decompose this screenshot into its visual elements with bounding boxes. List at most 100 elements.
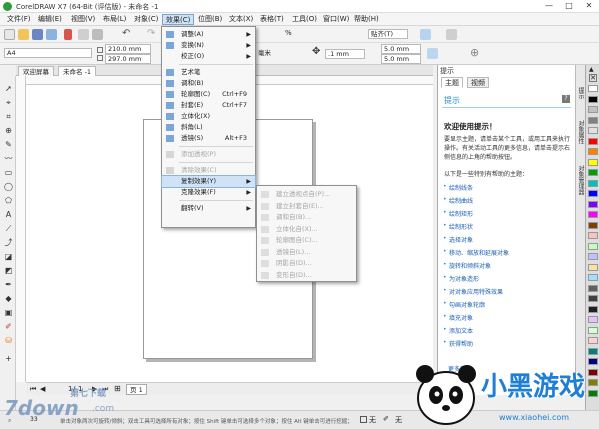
smart-fill-tool-icon[interactable]: ▣ xyxy=(4,308,13,317)
effects-menu-item[interactable]: 克隆效果(F) ▶ xyxy=(162,187,255,198)
units-dropdown[interactable]: 毫米 xyxy=(256,49,304,59)
toolbox-add-icon[interactable]: + xyxy=(4,354,13,363)
menu-view[interactable]: 视图(V) xyxy=(68,14,98,25)
tab-welcome-screen[interactable]: 欢迎屏幕 xyxy=(18,66,54,76)
paste-icon[interactable] xyxy=(92,29,103,40)
color-swatch[interactable] xyxy=(588,169,598,176)
menu-edit[interactable]: 编辑(E) xyxy=(35,14,65,25)
snap-to-dropdown[interactable]: 贴齐(T) xyxy=(368,29,408,39)
duplicate-distance-y-field[interactable]: 5.0 mm xyxy=(381,54,421,64)
menu-file[interactable]: 文件(F) xyxy=(4,14,34,25)
minimize-button[interactable]: — xyxy=(539,0,559,12)
maximize-button[interactable]: □ xyxy=(559,0,579,12)
topic-link[interactable]: 移动、缩放和延展对象 xyxy=(443,248,509,257)
tab-topics[interactable]: 主题 xyxy=(441,77,463,88)
effects-menu-item[interactable]: 透镜(S) Alt+F3 xyxy=(162,133,255,144)
menu-window[interactable]: 窗口(W) xyxy=(320,14,352,25)
side-tab-object-manager[interactable]: 对象管理器 xyxy=(577,165,585,195)
color-swatch[interactable] xyxy=(588,106,598,113)
palette-scroll-up-icon[interactable]: ▲ xyxy=(589,66,594,73)
shape-tool-icon[interactable]: ⌖ xyxy=(4,98,13,107)
effects-menu-item[interactable]: 校正(O) ▶ xyxy=(162,51,255,62)
menu-help[interactable]: 帮助(H) xyxy=(351,14,382,25)
color-swatch[interactable] xyxy=(588,326,598,334)
color-swatch[interactable] xyxy=(588,190,598,197)
open-folder-icon[interactable] xyxy=(18,29,29,40)
fill-bucket-icon[interactable]: ⛁ xyxy=(4,336,13,345)
color-swatch[interactable] xyxy=(588,95,598,103)
close-button[interactable]: ✕ xyxy=(579,0,599,12)
color-swatch[interactable] xyxy=(588,274,598,281)
side-tab-hints[interactable]: 提示 xyxy=(577,87,585,99)
cut-icon[interactable] xyxy=(64,29,72,40)
effects-menu-item[interactable]: 斜角(L) xyxy=(162,122,255,133)
effects-menu-item[interactable]: 立体化(X) xyxy=(162,111,255,122)
transparency-tool-icon[interactable]: ◩ xyxy=(4,266,13,275)
crop-tool-icon[interactable]: ⌗ xyxy=(4,112,13,121)
effects-menu-item[interactable]: 翻转(V) ▶ xyxy=(162,203,255,214)
redo-icon[interactable]: ↷ xyxy=(147,28,155,39)
topic-link[interactable]: 勾画对象轮廓 xyxy=(443,300,485,309)
align-page-icon[interactable] xyxy=(427,48,438,59)
menu-table[interactable]: 表格(T) xyxy=(257,14,287,25)
color-swatch[interactable] xyxy=(588,85,598,92)
color-swatch[interactable] xyxy=(588,211,598,218)
color-swatch[interactable] xyxy=(588,263,598,271)
add-page-icon[interactable]: ⊕ xyxy=(470,46,479,59)
color-swatch[interactable] xyxy=(588,158,598,166)
copy-icon[interactable] xyxy=(78,29,89,40)
menu-text[interactable]: 文本(X) xyxy=(226,14,256,25)
color-swatch[interactable] xyxy=(588,221,598,229)
parallel-dimension-tool-icon[interactable]: ⟋ xyxy=(4,224,13,233)
effects-menu-item[interactable]: 变换(N) ▶ xyxy=(162,40,255,51)
text-tool-icon[interactable]: A xyxy=(4,210,13,219)
color-swatch[interactable] xyxy=(588,337,598,344)
color-swatch[interactable] xyxy=(588,316,598,323)
menu-bitmaps[interactable]: 位图(B) xyxy=(195,14,225,25)
tab-videos[interactable]: 视频 xyxy=(467,77,489,88)
color-swatch[interactable] xyxy=(588,127,598,134)
outline-pen-icon[interactable]: ✐ xyxy=(4,322,13,331)
color-swatch[interactable] xyxy=(588,137,598,145)
menu-object[interactable]: 对象(C) xyxy=(131,14,161,25)
page-width-field[interactable]: 210.0 mm xyxy=(105,44,151,54)
color-swatch[interactable] xyxy=(588,116,598,124)
interactive-fill-tool-icon[interactable]: ◆ xyxy=(4,294,13,303)
effects-menu-item[interactable]: 轮廓图(C) Ctrl+F9 xyxy=(162,89,255,100)
effects-menu-item[interactable]: 艺术笔 xyxy=(162,67,255,78)
color-swatch[interactable] xyxy=(588,305,598,313)
color-swatch[interactable] xyxy=(588,253,598,260)
color-swatch[interactable] xyxy=(588,284,598,292)
duplicate-distance-x-field[interactable]: 5.0 mm xyxy=(381,44,421,54)
page-height-field[interactable]: 297.0 mm xyxy=(105,54,151,64)
menu-layout[interactable]: 布局(L) xyxy=(100,14,129,25)
drop-shadow-tool-icon[interactable]: ◪ xyxy=(4,252,13,261)
menu-effects[interactable]: 效果(C) xyxy=(162,14,195,25)
options-gear-icon[interactable] xyxy=(420,29,431,40)
topic-link[interactable]: 绘制曲线 xyxy=(443,196,473,205)
connector-tool-icon[interactable]: ⤴ xyxy=(4,238,13,247)
topic-link[interactable]: 为对象造形 xyxy=(443,274,479,283)
topic-link[interactable]: 添加文本 xyxy=(443,326,473,335)
print-icon[interactable] xyxy=(46,29,57,40)
application-launcher-icon[interactable] xyxy=(446,29,457,40)
topic-link[interactable]: 选择对象 xyxy=(443,235,473,244)
nudge-distance-field[interactable]: .1 mm xyxy=(325,49,365,59)
rectangle-tool-icon[interactable]: ▭ xyxy=(4,168,13,177)
polygon-tool-icon[interactable]: ⬠ xyxy=(4,196,13,205)
help-icon[interactable]: ? xyxy=(562,95,570,103)
menu-tools[interactable]: 工具(O) xyxy=(289,14,320,25)
color-swatch[interactable] xyxy=(588,179,598,187)
topic-link[interactable]: 旋转和倾斜对象 xyxy=(443,261,491,270)
color-swatch[interactable] xyxy=(588,295,598,302)
color-eyedropper-tool-icon[interactable]: ✒ xyxy=(4,280,13,289)
freehand-tool-icon[interactable]: ✎ xyxy=(4,140,13,149)
pick-tool-icon[interactable]: ➚ xyxy=(4,84,13,93)
topic-link[interactable]: 绘制线条 xyxy=(443,183,473,192)
color-swatch[interactable] xyxy=(588,232,598,239)
topic-link[interactable]: 绘制形状 xyxy=(443,222,473,231)
topic-link[interactable]: 获得帮助 xyxy=(443,339,473,348)
effects-menu-item[interactable]: 复制效果(Y) ▶ xyxy=(161,175,256,188)
topic-link[interactable]: 对对象应用特殊效果 xyxy=(443,287,503,296)
undo-icon[interactable]: ↶ xyxy=(122,28,130,39)
